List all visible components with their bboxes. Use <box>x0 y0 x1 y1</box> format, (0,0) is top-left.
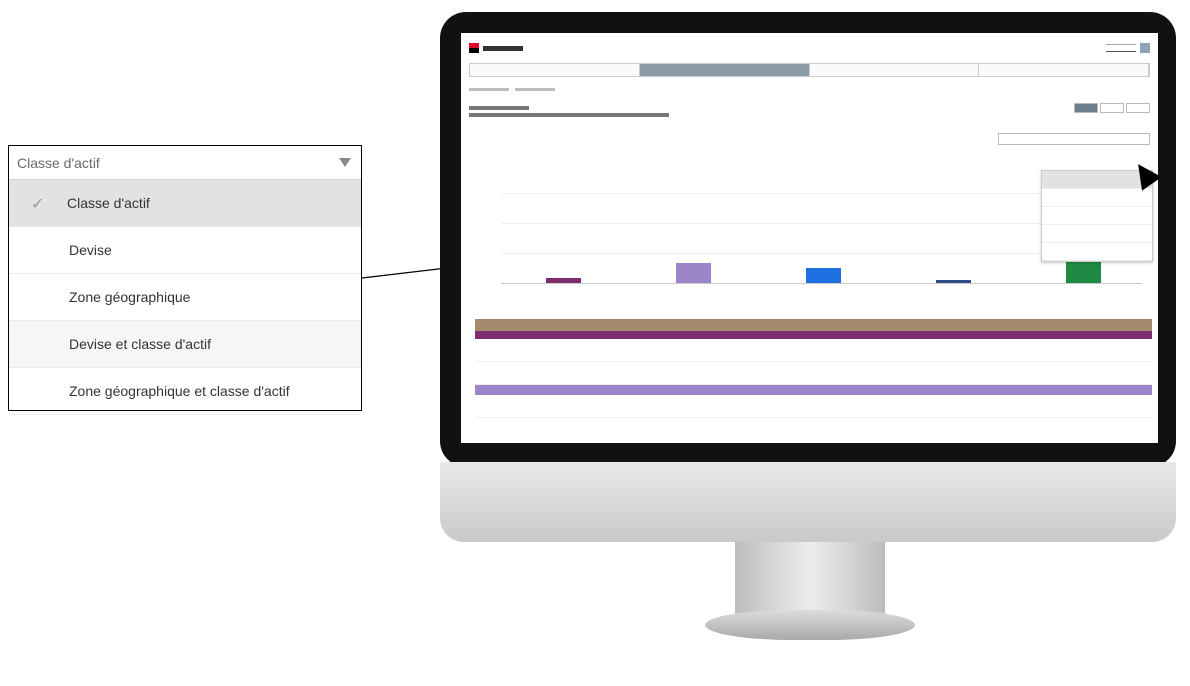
view-switcher <box>1074 103 1150 120</box>
user-area <box>1106 43 1150 53</box>
monitor-stand-neck <box>735 542 885 620</box>
group-row[interactable] <box>475 331 1152 339</box>
table-row[interactable] <box>475 395 1152 418</box>
chart-bar <box>806 268 841 283</box>
chart-bar <box>546 278 581 283</box>
caret-down-icon[interactable] <box>339 158 351 167</box>
portfolio-description <box>469 113 669 117</box>
nav-tab[interactable] <box>809 64 980 76</box>
onscreen-dropdown-option[interactable] <box>1042 207 1152 225</box>
chart-bar <box>676 263 711 283</box>
portfolio-code <box>469 106 529 110</box>
dropdown-option-devise-classe-actif[interactable]: Devise et classe d'actif <box>9 321 361 368</box>
check-icon: ✓ <box>31 196 45 213</box>
user-name <box>1106 44 1136 52</box>
portfolio-title <box>469 103 669 120</box>
table-header <box>475 319 1152 331</box>
dropdown-select[interactable]: Classe d'actif <box>9 146 361 180</box>
chart-bar <box>936 280 971 283</box>
onscreen-dropdown-option[interactable] <box>1042 243 1152 261</box>
breadcrumb <box>469 81 1150 97</box>
dropdown-option-zone-geo-classe-actif[interactable]: Zone géographique et classe d'actif <box>9 368 361 415</box>
breadcrumb-item[interactable] <box>515 87 555 91</box>
dropdown-option-label: Zone géographique <box>69 289 191 305</box>
monitor-stand-base <box>705 610 915 640</box>
asset-breakdown-dropdown-callout: Classe d'actif ✓ Classe d'actif Devise Z… <box>8 145 362 415</box>
group-row[interactable] <box>475 385 1152 395</box>
power-icon[interactable] <box>1140 43 1150 53</box>
portfolio-titlebar <box>469 103 1150 120</box>
table-row[interactable] <box>475 362 1152 385</box>
onscreen-dropdown-option[interactable] <box>1042 225 1152 243</box>
dropdown-option-devise[interactable]: Devise <box>9 227 361 274</box>
dropdown-option-classe-actif[interactable]: ✓ Classe d'actif <box>9 180 361 227</box>
view-button[interactable] <box>1100 103 1124 113</box>
view-button[interactable] <box>1126 103 1150 113</box>
brand-logo-text <box>483 45 523 51</box>
dropdown-option-label: Devise et classe d'actif <box>69 336 211 352</box>
app-header <box>461 33 1158 63</box>
brand-logo-mark <box>469 43 479 53</box>
table-row[interactable] <box>475 339 1152 362</box>
onscreen-dropdown-menu[interactable] <box>1041 170 1153 262</box>
dropdown-option-label: Classe d'actif <box>67 195 150 211</box>
main-nav-tabs <box>469 63 1150 77</box>
nav-tab[interactable] <box>470 64 640 76</box>
monitor-chin <box>440 462 1176 542</box>
view-button[interactable] <box>1074 103 1098 113</box>
dropdown-option-label: Zone géographique et classe d'actif <box>69 383 290 399</box>
dropdown-option-label: Devise <box>69 242 112 258</box>
dropdown-selected-value: Classe d'actif <box>17 154 100 171</box>
positions-filter[interactable] <box>998 133 1150 145</box>
dropdown-option-zone-geographique[interactable]: Zone géographique <box>9 274 361 321</box>
nav-tab-active[interactable] <box>639 64 810 76</box>
positions-table <box>475 319 1152 418</box>
nav-tab[interactable] <box>979 64 1149 76</box>
onscreen-dropdown-option[interactable] <box>1042 189 1152 207</box>
breadcrumb-item[interactable] <box>469 87 509 91</box>
monitor-screen <box>461 33 1158 443</box>
brand-logo <box>469 43 523 53</box>
